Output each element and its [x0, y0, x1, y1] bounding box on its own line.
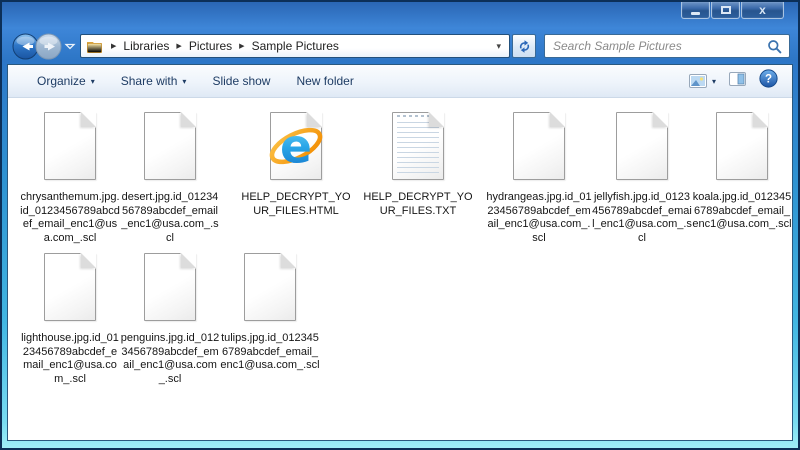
chevron-down-icon: ▾ [182, 77, 186, 86]
toolbar-right-group: ▾ ? [689, 69, 778, 93]
slide-show-label: Slide show [212, 74, 270, 88]
slide-show-button[interactable]: Slide show [199, 69, 283, 93]
search-box [544, 34, 790, 58]
breadcrumb-sample-pictures[interactable]: Sample Pictures [252, 39, 339, 53]
breadcrumb-separator-icon: ▶ [111, 42, 116, 50]
file-name: jellyfish.jpg.id_0123456789abcdef_email_… [592, 191, 692, 245]
file-name: penguins.jpg.id_0123456789abcdef_email_e… [120, 332, 220, 386]
address-bar[interactable]: ▶ Libraries ▶ Pictures ▶ Sample Pictures… [80, 34, 510, 58]
maximize-icon [721, 6, 731, 14]
file-row: lighthouse.jpg.id_0123456789abcdef_email… [20, 249, 792, 386]
file-item[interactable]: desert.jpg.id_0123456789abcdef_email_enc… [120, 108, 220, 245]
file-name: hydrangeas.jpg.id_0123456789abcdef_email… [486, 191, 592, 245]
file-item[interactable]: koala.jpg.id_0123456789abcdef_email_enc1… [692, 108, 792, 232]
new-folder-label: New folder [296, 74, 353, 88]
command-toolbar: Organize ▾ Share with ▾ Slide show New f… [8, 65, 792, 98]
preview-pane-button[interactable] [729, 72, 746, 91]
file-item[interactable]: lighthouse.jpg.id_0123456789abcdef_email… [20, 249, 120, 386]
svg-text:e: e [280, 119, 312, 174]
chevron-down-icon: ▾ [712, 77, 716, 86]
search-input[interactable] [545, 39, 789, 53]
breadcrumb-pictures[interactable]: Pictures [189, 39, 232, 53]
file-name: lighthouse.jpg.id_0123456789abcdef_email… [20, 332, 120, 386]
file-name: desert.jpg.id_0123456789abcdef_email_enc… [120, 191, 220, 245]
minimize-button[interactable] [681, 2, 710, 19]
title-bar[interactable]: x [2, 2, 798, 30]
change-view-button[interactable]: ▾ [689, 74, 716, 88]
blank-page-file-icon [44, 253, 96, 321]
file-item[interactable]: jellyfish.jpg.id_0123456789abcdef_email_… [592, 108, 692, 245]
blank-page-file-icon [616, 112, 668, 180]
blank-page-file-icon [44, 112, 96, 180]
file-item[interactable]: hydrangeas.jpg.id_0123456789abcdef_email… [486, 108, 592, 245]
forward-button-disabled[interactable] [35, 33, 62, 60]
file-item[interactable]: e HELP_DECRYPT_YOUR_FILES.HTML [240, 108, 352, 218]
file-row: chrysanthemum.jpg.id_0123456789abcdef_em… [20, 108, 792, 245]
svg-text:?: ? [765, 74, 772, 86]
maximize-button[interactable] [711, 2, 740, 19]
blank-page-file-icon [144, 112, 196, 180]
help-button[interactable]: ? [759, 69, 778, 93]
breadcrumb-separator-icon: ▶ [239, 42, 244, 50]
address-dropdown-icon[interactable]: ▾ [494, 41, 503, 52]
breadcrumb-separator-icon: ▶ [176, 42, 181, 50]
file-name: tulips.jpg.id_0123456789abcdef_email_enc… [220, 332, 320, 373]
preview-pane-icon [729, 72, 746, 86]
search-icon[interactable] [767, 39, 782, 59]
breadcrumb-libraries[interactable]: Libraries [123, 39, 169, 53]
file-name: koala.jpg.id_0123456789abcdef_email_enc1… [692, 191, 792, 232]
explorer-window: x [0, 0, 800, 450]
text-document-file-icon [392, 112, 444, 180]
close-icon: x [759, 4, 766, 16]
file-name: chrysanthemum.jpg.id_0123456789abcdef_em… [20, 191, 120, 245]
share-with-label: Share with [121, 74, 178, 88]
refresh-button[interactable] [512, 34, 536, 58]
navigation-bar: ▶ Libraries ▶ Pictures ▶ Sample Pictures… [2, 30, 798, 64]
file-item[interactable]: HELP_DECRYPT_YOUR_FILES.TXT [360, 108, 476, 218]
share-with-button[interactable]: Share with ▾ [108, 69, 200, 93]
file-item[interactable]: tulips.jpg.id_0123456789abcdef_email_enc… [220, 249, 320, 373]
views-thumbnail-icon [689, 74, 707, 88]
organize-label: Organize [37, 74, 86, 88]
organize-button[interactable]: Organize ▾ [24, 69, 108, 93]
file-name: HELP_DECRYPT_YOUR_FILES.TXT [360, 191, 476, 218]
recent-pages-chevron[interactable] [64, 42, 76, 51]
blank-page-file-icon [513, 112, 565, 180]
caption-buttons: x [681, 2, 784, 19]
file-name: HELP_DECRYPT_YOUR_FILES.HTML [240, 191, 352, 218]
client-area: Organize ▾ Share with ▾ Slide show New f… [7, 64, 793, 441]
chevron-down-icon: ▾ [91, 77, 95, 86]
blank-page-file-icon [716, 112, 768, 180]
close-button[interactable]: x [741, 2, 784, 19]
new-folder-button[interactable]: New folder [283, 69, 366, 93]
blank-page-file-icon [244, 253, 296, 321]
folder-icon [86, 39, 104, 54]
internet-explorer-icon: e [267, 117, 325, 175]
minimize-icon [691, 12, 700, 15]
refresh-icon [517, 39, 532, 54]
blank-page-file-icon [144, 253, 196, 321]
file-item[interactable]: penguins.jpg.id_0123456789abcdef_email_e… [120, 249, 220, 386]
help-icon: ? [759, 69, 778, 88]
file-item[interactable]: chrysanthemum.jpg.id_0123456789abcdef_em… [20, 108, 120, 245]
file-list-area[interactable]: chrysanthemum.jpg.id_0123456789abcdef_em… [8, 98, 792, 440]
